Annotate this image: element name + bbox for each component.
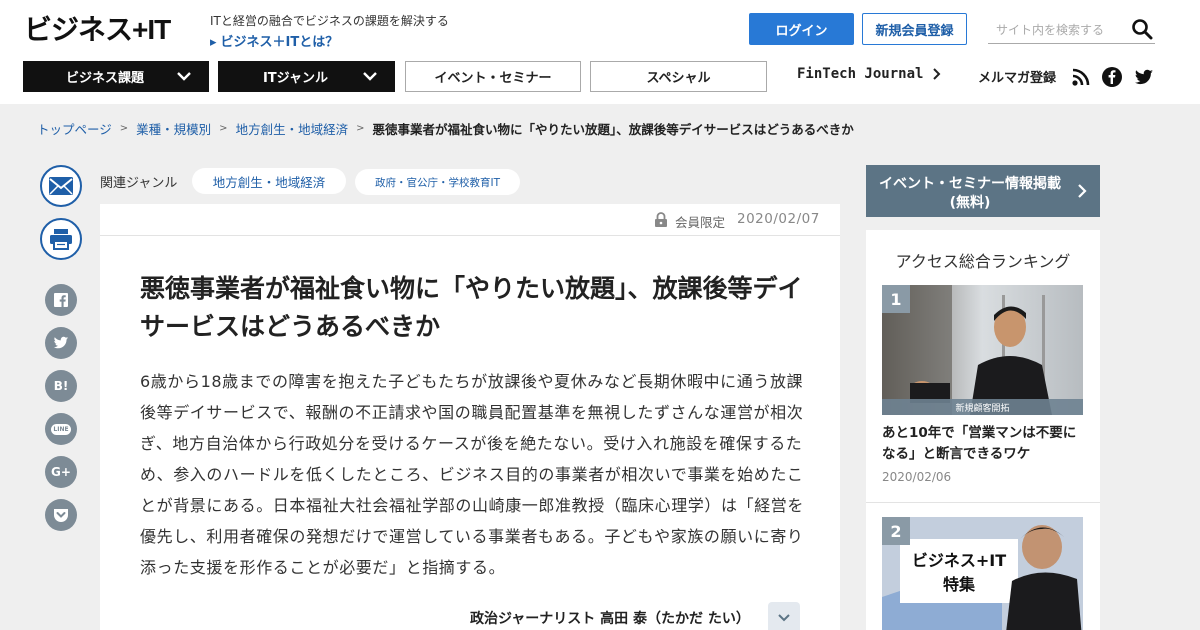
facebook-icon bbox=[54, 293, 68, 307]
site-header: ビジネス+IT ITと経営の融合でビジネスの課題を解決する ビジネス＋ITとは？… bbox=[0, 0, 1200, 104]
access-ranking: アクセス総合ランキング 1 新規顧客開拓 あと10年で「営業マンは不要になる」と… bbox=[866, 230, 1100, 630]
ranking-item-1-title[interactable]: あと10年で「営業マンは不要になる」と断言できるワケ bbox=[882, 423, 1087, 465]
search-box bbox=[988, 16, 1155, 44]
breadcrumb-separator: > bbox=[219, 123, 228, 134]
divider bbox=[866, 502, 1100, 503]
share-hatena-button[interactable]: B! bbox=[45, 370, 77, 402]
about-link[interactable]: ビジネス＋ITとは？ bbox=[210, 31, 339, 50]
chevron-right-icon bbox=[1078, 184, 1087, 198]
event-banner-line2: (無料) bbox=[949, 195, 991, 211]
chevron-right-icon bbox=[933, 68, 941, 80]
related-genre-label: 関連ジャンル bbox=[100, 176, 178, 191]
svg-text:ビジネス+IT: ビジネス+IT bbox=[24, 14, 171, 45]
share-google-plus-button[interactable]: G+ bbox=[45, 456, 77, 488]
nav-business-topics[interactable]: ビジネス課題 bbox=[23, 61, 209, 92]
ranking-photo-image bbox=[882, 285, 1083, 415]
share-mail-button[interactable] bbox=[40, 165, 82, 207]
ranking-item-1-date: 2020/02/06 bbox=[882, 470, 952, 484]
members-only-badge: 会員限定 bbox=[675, 215, 726, 230]
register-button[interactable]: 新規会員登録 bbox=[862, 13, 967, 45]
feature-banner-line2: 特集 bbox=[942, 575, 975, 594]
rss-icon[interactable] bbox=[1071, 67, 1091, 87]
image-caption: 新規顧客開拓 bbox=[882, 399, 1083, 415]
ranking-item-2-image[interactable]: ビジネス+IT 特集 2 bbox=[882, 517, 1083, 630]
nav-fintech-journal[interactable]: FinTech Journal bbox=[797, 66, 941, 82]
ranking-item-1-image[interactable]: 1 新規顧客開拓 bbox=[882, 285, 1083, 415]
hatena-icon: B! bbox=[53, 379, 69, 393]
nav-events[interactable]: イベント・セミナー bbox=[405, 61, 581, 92]
pocket-icon bbox=[54, 508, 68, 522]
chevron-down-icon bbox=[363, 72, 377, 81]
share-twitter-button[interactable] bbox=[45, 327, 77, 359]
breadcrumb-item-regional[interactable]: 地方創生・地域経済 bbox=[236, 119, 349, 138]
mail-icon bbox=[49, 177, 73, 195]
event-banner-line1: イベント・セミナー情報掲載 bbox=[879, 176, 1061, 192]
search-input[interactable] bbox=[996, 20, 1124, 40]
nav-events-label: イベント・セミナー bbox=[434, 71, 552, 86]
site-tagline: ITと経営の融合でビジネスの課題を解決する bbox=[210, 14, 449, 28]
nav-fintech-label: FinTech Journal bbox=[797, 66, 924, 82]
facebook-icon[interactable] bbox=[1102, 67, 1122, 87]
author-expand-button[interactable] bbox=[768, 602, 800, 630]
lock-icon bbox=[655, 212, 667, 227]
print-button[interactable] bbox=[40, 218, 82, 260]
feature-banner-line1: ビジネス+IT bbox=[911, 551, 1007, 570]
breadcrumb: トップページ > 業種・規模別 > 地方創生・地域経済 > 悪徳事業者が福祉食い… bbox=[37, 119, 854, 138]
login-button[interactable]: ログイン bbox=[749, 13, 854, 45]
google-plus-icon: G+ bbox=[51, 465, 71, 479]
breadcrumb-separator: > bbox=[356, 123, 365, 134]
feature-banner-title: ビジネス+IT 特集 bbox=[900, 539, 1018, 603]
share-line-button[interactable]: LINE bbox=[45, 413, 77, 445]
chevron-down-icon bbox=[778, 614, 790, 622]
nav-it-genre[interactable]: ITジャンル bbox=[218, 61, 395, 92]
ranking-title: アクセス総合ランキング bbox=[895, 252, 1071, 271]
article-author: 政治ジャーナリスト 高田 泰（たかだ たい） bbox=[470, 611, 750, 627]
twitter-icon[interactable] bbox=[1134, 67, 1154, 87]
search-icon[interactable] bbox=[1131, 18, 1153, 40]
publish-date: 2020/02/07 bbox=[737, 211, 820, 227]
share-facebook-button[interactable] bbox=[45, 284, 77, 316]
genre-tag-regional[interactable]: 地方創生・地域経済 bbox=[192, 168, 346, 194]
breadcrumb-separator: > bbox=[119, 123, 129, 134]
genre-tag-government[interactable]: 政府・官公庁・学校教育IT bbox=[355, 169, 520, 195]
chevron-down-icon bbox=[177, 72, 191, 81]
article-title: 悪徳事業者が福祉食い物に「やりたい放題」、放課後等デイサービスはどうあるべきか bbox=[140, 274, 803, 341]
print-icon bbox=[50, 229, 72, 250]
nav-special[interactable]: スペシャル bbox=[590, 61, 767, 92]
nav-business-topics-label: ビジネス課題 bbox=[65, 71, 144, 86]
twitter-icon bbox=[53, 336, 69, 349]
share-pocket-button[interactable] bbox=[45, 499, 77, 531]
rank-number: 1 bbox=[882, 285, 910, 313]
nav-special-label: スペシャル bbox=[646, 71, 711, 86]
nav-it-genre-label: ITジャンル bbox=[262, 71, 329, 86]
article-meta-bar: 会員限定 2020/02/07 bbox=[100, 204, 840, 236]
nav-mailmag[interactable]: メルマガ登録 bbox=[978, 67, 1056, 86]
breadcrumb-item-industry[interactable]: 業種・規模別 bbox=[136, 119, 211, 138]
article-lead: 6歳から18歳までの障害を抱えた子どもたちが放課後や夏休みなど長期休暇中に通う放… bbox=[140, 372, 805, 577]
breadcrumb-current: 悪徳事業者が福祉食い物に「やりたい放題」、放課後等デイサービスはどうあるべきか bbox=[372, 122, 854, 137]
event-listing-banner[interactable]: イベント・セミナー情報掲載 (無料) bbox=[866, 165, 1100, 217]
rank-number: 2 bbox=[882, 517, 910, 545]
article-card: 会員限定 2020/02/07 悪徳事業者が福祉食い物に「やりたい放題」、放課後… bbox=[100, 204, 840, 630]
breadcrumb-item-top[interactable]: トップページ bbox=[37, 119, 112, 138]
line-icon: LINE bbox=[51, 423, 71, 435]
site-logo[interactable]: ビジネス+IT bbox=[24, 11, 182, 45]
